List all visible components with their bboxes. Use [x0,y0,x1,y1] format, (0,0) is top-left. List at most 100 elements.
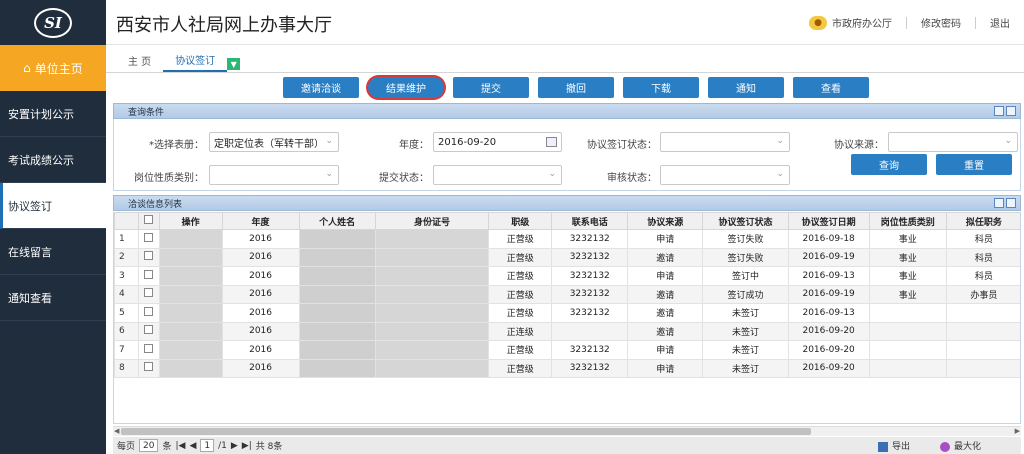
row-checkbox[interactable] [144,362,154,372]
table-row[interactable]: 2 2016 正营级 3232132 邀请 签订失败 2016-09-19 事业 科员 [114,247,1020,267]
page-input[interactable]: 1 [200,439,215,452]
rank-cell: 正营级 [488,358,553,378]
collapse-icon[interactable] [994,106,1004,116]
tab-home[interactable]: 主 页 [116,48,163,72]
maximize-button[interactable]: 最大化 [939,439,981,452]
scroll-right-icon[interactable]: ▶ [1015,427,1020,435]
table-row[interactable]: 1 2016 正营级 3232132 申请 签订失败 2016-09-18 事业 科员 [114,229,1020,249]
row-checkbox-cell[interactable] [138,340,160,360]
sign-status-dropdown[interactable]: ⌄ [660,132,790,152]
reset-button[interactable]: 重置 [936,154,1012,175]
pager-actions: 导出 最大化 [877,439,981,452]
withdraw-button[interactable]: 撤回 [538,77,614,98]
divider [975,16,976,29]
scrollbar-thumb[interactable] [121,428,811,435]
id-cell [374,247,490,267]
sidebar-item-exam-results[interactable]: 考试成绩公示 [0,137,106,183]
sidebar-item-placement-plan[interactable]: 安置计划公示 [0,91,106,137]
row-checkbox-cell[interactable] [138,229,160,249]
table-row[interactable]: 7 2016 正营级 3232132 申请 未签订 2016-09-20 [114,340,1020,360]
last-page-icon[interactable]: ▶| [242,441,252,451]
year-cell: 2016 [221,247,300,267]
table-row[interactable]: 5 2016 正营级 3232132 邀请 未签订 2016-09-13 [114,303,1020,323]
row-checkbox[interactable] [144,232,154,242]
phone-cell: 3232132 [551,229,629,249]
row-checkbox-cell[interactable] [138,284,160,304]
submit-button[interactable]: 提交 [453,77,529,98]
change-password-link[interactable]: 修改密码 [921,15,961,30]
select-all-checkbox[interactable] [144,215,154,224]
sidebar-item-notices[interactable]: 通知查看 [0,275,106,321]
row-checkbox-cell[interactable] [138,247,160,267]
sidebar-item-messages[interactable]: 在线留言 [0,229,106,275]
year-cell: 2016 [221,229,300,249]
notify-button[interactable]: 通知 [708,77,784,98]
maximize-icon[interactable] [1006,106,1016,116]
maximize-label: 最大化 [953,442,981,452]
row-checkbox-cell[interactable] [138,321,160,341]
next-page-icon[interactable]: ▶ [231,441,238,451]
col-header-date: 协议签订日期 [787,212,870,230]
maximize-icon[interactable] [1006,198,1016,208]
chevron-down-icon[interactable]: ▼ [227,58,241,70]
sidebar-home-button[interactable]: ⌂ 单位主页 [0,45,106,91]
logout-link[interactable]: 退出 [990,15,1010,30]
download-button[interactable]: 下载 [623,77,699,98]
scroll-left-icon[interactable]: ◀ [114,427,119,435]
review-status-dropdown[interactable]: ⌄ [660,165,790,185]
first-page-icon[interactable]: |◀ [175,441,185,451]
tab-agreement[interactable]: 协议签订 [163,48,228,72]
duty-cell: 办事员 [945,284,1020,304]
duty-cell: 科员 [945,247,1020,267]
invite-negotiation-button[interactable]: 邀请洽谈 [283,77,359,98]
row-checkbox-cell[interactable] [138,358,160,378]
action-cell [158,303,223,323]
row-checkbox[interactable] [144,306,154,316]
office-link[interactable]: 市政府办公厅 [832,15,892,30]
table-row[interactable]: 3 2016 正营级 3232132 申请 签订中 2016-09-13 事业 科员 [114,266,1020,286]
row-checkbox[interactable] [144,343,154,353]
name-cell [298,321,376,341]
post-type-cell [868,340,947,360]
table-row[interactable]: 6 2016 正连级 邀请 未签订 2016-09-20 [114,321,1020,341]
row-checkbox-cell[interactable] [138,303,160,323]
date-cell: 2016-09-20 [787,321,870,341]
collapse-icon[interactable] [994,198,1004,208]
table-row[interactable]: 4 2016 正营级 3232132 邀请 签订成功 2016-09-19 事业 办事员 [114,284,1020,304]
select-table-dropdown[interactable]: 定职定位表（军转干部） ⌄ [209,132,339,152]
date-cell: 2016-09-20 [787,340,870,360]
row-checkbox[interactable] [144,269,154,279]
export-button[interactable]: 导出 [877,439,910,452]
post-type-dropdown[interactable]: ⌄ [209,165,339,185]
sidebar-item-agreement[interactable]: 协议签订 [0,183,106,229]
post-type-cell: 事业 [868,229,947,249]
col-header-checkbox[interactable] [138,212,160,230]
col-header-rank: 职级 [488,212,553,230]
prev-page-icon[interactable]: ◀ [189,441,196,451]
row-checkbox[interactable] [144,325,154,335]
action-cell [158,266,223,286]
header-actions: ● 市政府办公厅 修改密码 退出 [809,15,1010,30]
calendar-icon[interactable] [546,137,557,147]
row-checkbox[interactable] [144,251,154,261]
submit-status-dropdown[interactable]: ⌄ [433,165,562,185]
id-cell [374,284,490,304]
export-icon [877,441,888,452]
result-maintenance-button[interactable]: 结果维护 [368,77,444,98]
search-button[interactable]: 查询 [851,154,927,175]
per-page-select[interactable]: 20 [139,439,159,452]
row-checkbox[interactable] [144,288,154,298]
source-cell: 申请 [627,229,704,249]
table-row[interactable]: 8 2016 正营级 3232132 申请 未签订 2016-09-20 [114,358,1020,378]
year-date-input[interactable]: 2016-09-20 [433,132,562,152]
source-dropdown[interactable]: ⌄ [888,132,1018,152]
action-cell [158,229,223,249]
view-button[interactable]: 查看 [793,77,869,98]
col-header-rownum [114,212,140,230]
status-cell: 签订失败 [702,247,789,267]
horizontal-scrollbar[interactable]: ◀ ▶ [113,426,1021,436]
rank-cell: 正营级 [488,340,553,360]
rank-cell: 正营级 [488,284,553,304]
duty-cell [945,303,1020,323]
row-checkbox-cell[interactable] [138,266,160,286]
